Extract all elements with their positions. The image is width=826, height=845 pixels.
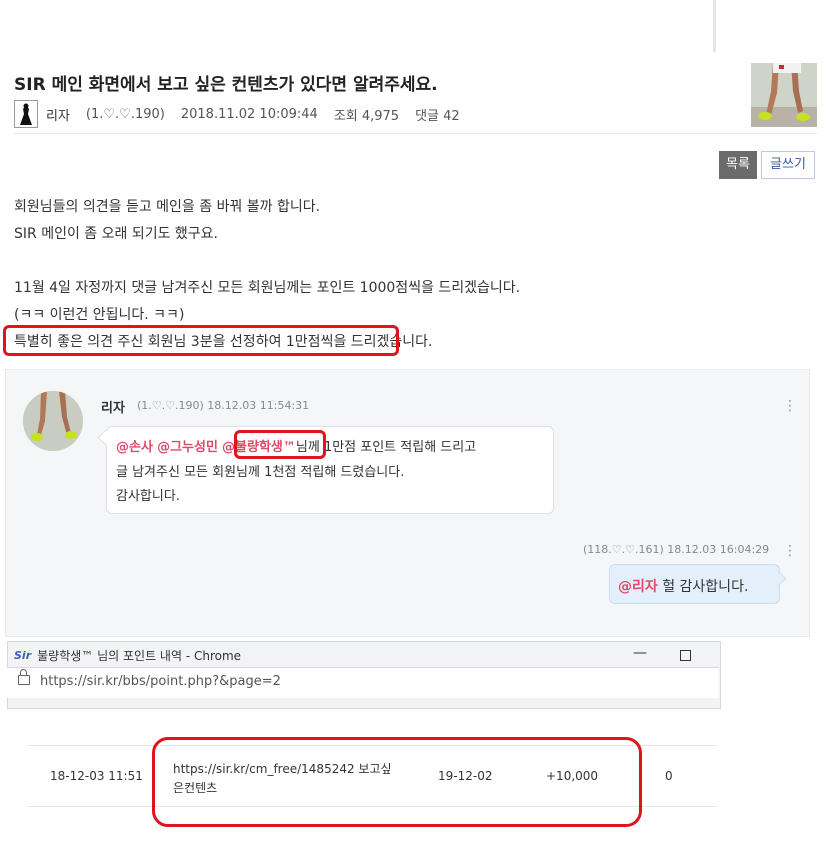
maximize-icon[interactable] [680, 650, 691, 661]
comment-line-2: 글 남겨주신 모든 회원님께 1천점 적립해 드렸습니다. [116, 465, 405, 480]
post-author[interactable]: 리자 [46, 105, 70, 124]
comment-line-3: 감사합니다. [116, 489, 180, 504]
post-thumbnail[interactable] [751, 63, 817, 127]
post-title: SIR 메인 화면에서 보고 싶은 컨텐츠가 있다면 알려주세요. [14, 75, 438, 95]
write-button[interactable]: 글쓰기 [761, 151, 815, 179]
post-body-line: 회원님들의 의견을 듣고 메인을 좀 바꿔 볼까 합니다. [14, 199, 321, 215]
scrollbar[interactable] [713, 0, 716, 52]
post-views: 조회 4,975 [333, 108, 400, 124]
comment-author[interactable]: 리자 [101, 397, 125, 416]
divider [14, 133, 817, 134]
post-comment-count: 댓글 42 [415, 108, 460, 124]
window-title: 불량학생™ 님의 포인트 내역 - Chrome [37, 649, 242, 663]
highlight-box [234, 430, 326, 459]
mention[interactable]: @손사 [116, 440, 153, 455]
chrome-title-bar: Sir 불량학생™ 님의 포인트 내역 - Chrome [14, 647, 241, 664]
mention[interactable]: @그누성민 [157, 440, 218, 455]
user-icon [14, 100, 38, 128]
reply-text: @리자 헐 감사합니다. [618, 576, 748, 596]
highlight-box [152, 737, 642, 827]
list-button[interactable]: 목록 [719, 151, 757, 179]
post-body-line: SIR 메인이 좀 오래 되기도 했구요. [14, 226, 219, 242]
post-ip: (1.♡.♡.190) [85, 106, 165, 122]
url-text[interactable]: https://sir.kr/bbs/point.php?&page=2 [40, 674, 281, 689]
post-datetime: 2018.11.02 10:09:44 [180, 106, 318, 122]
post-meta: 리자 (1.♡.♡.190) 2018.11.02 10:09:44 조회 4,… [14, 100, 476, 128]
sir-logo: Sir [14, 649, 32, 662]
highlight-box [3, 325, 399, 356]
avatar[interactable] [23, 391, 83, 451]
point-used: 0 [665, 769, 673, 783]
point-date: 18-12-03 11:51 [50, 769, 143, 783]
more-options-icon[interactable]: ⋮ [783, 543, 797, 559]
comment-meta: (1.♡.♡.190) 18.12.03 11:54:31 [137, 399, 310, 412]
more-options-icon[interactable]: ⋮ [783, 398, 797, 414]
post-body-line: 11월 4일 자정까지 댓글 남겨주신 모든 회원님께는 포인트 1000점씩을… [14, 280, 521, 296]
reply-body: 헐 감사합니다. [657, 579, 749, 595]
minimize-icon[interactable]: — [633, 645, 647, 661]
lock-icon [18, 669, 30, 685]
mention[interactable]: @리자 [618, 579, 658, 595]
reply-meta: (118.♡.♡.161) 18.12.03 16:04:29 [583, 543, 770, 556]
post-body-line: (ㅋㅋ 이런건 안됩니다. ㅋㅋ) [14, 307, 185, 323]
